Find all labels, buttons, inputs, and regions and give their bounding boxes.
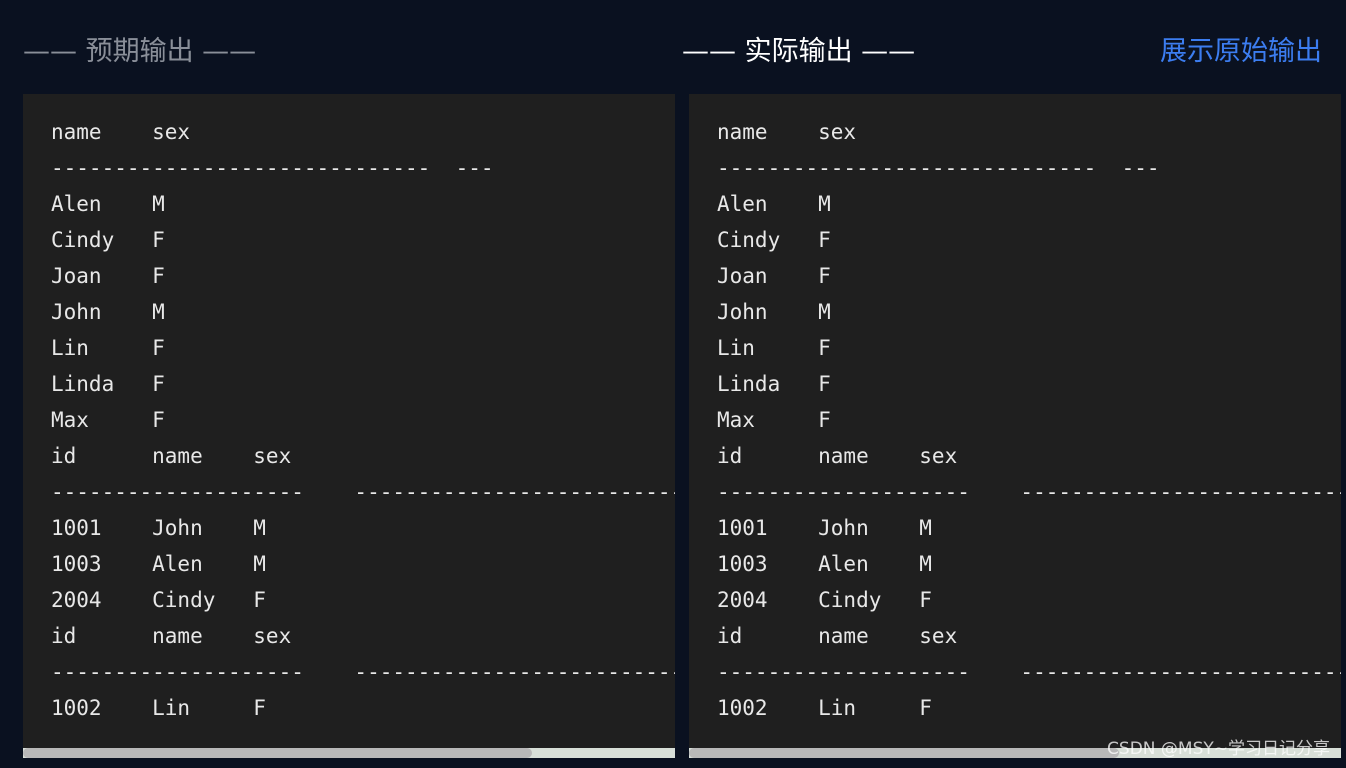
output-line: id name sex: [51, 444, 292, 468]
output-line: Lin F: [51, 336, 165, 360]
output-line: Lin F: [717, 336, 831, 360]
output-line: Joan F: [717, 264, 831, 288]
output-line: -------------------- -------------------…: [51, 480, 675, 504]
output-line: id name sex: [717, 624, 958, 648]
output-line: 1003 Alen M: [51, 552, 266, 576]
output-line: 1001 John M: [51, 516, 266, 540]
output-line: ------------------------------ ---: [51, 156, 494, 180]
output-line: Linda F: [717, 372, 831, 396]
expected-output-scrollbar[interactable]: [23, 748, 675, 758]
output-line: 1002 Lin F: [51, 696, 266, 720]
output-line: -------------------- -------------------…: [717, 660, 1341, 684]
actual-output-panel: name sex ------------------------------ -…: [689, 94, 1341, 758]
output-line: 2004 Cindy F: [717, 588, 932, 612]
output-line: Max F: [51, 408, 165, 432]
output-line: id name sex: [51, 624, 292, 648]
output-line: 2004 Cindy F: [51, 588, 266, 612]
actual-output-text: name sex ------------------------------ -…: [717, 114, 1341, 726]
expected-scrollbar-thumb[interactable]: [23, 748, 532, 758]
output-line: ------------------------------ ---: [717, 156, 1160, 180]
watermark: CSDN @MSY~学习日记分享: [1107, 739, 1330, 759]
output-line: John M: [717, 300, 831, 324]
expected-output-heading: —— 预期输出 ——: [23, 36, 257, 67]
output-line: name sex: [717, 120, 857, 144]
output-line: Linda F: [51, 372, 165, 396]
output-line: Joan F: [51, 264, 165, 288]
page: —— 预期输出 —— —— 实际输出 —— 展示原始输出 name sex ---…: [0, 0, 1346, 768]
output-line: 1003 Alen M: [717, 552, 932, 576]
output-line: 1002 Lin F: [717, 696, 932, 720]
output-line: Max F: [717, 408, 831, 432]
output-line: Cindy F: [717, 228, 831, 252]
output-line: Alen M: [51, 192, 165, 216]
output-line: name sex: [51, 120, 191, 144]
output-line: -------------------- -------------------…: [717, 480, 1341, 504]
output-line: John M: [51, 300, 165, 324]
output-line: 1001 John M: [717, 516, 932, 540]
expected-output-text: name sex ------------------------------ -…: [51, 114, 675, 726]
output-line: Alen M: [717, 192, 831, 216]
actual-scrollbar-thumb[interactable]: [689, 748, 1120, 758]
show-raw-output-link[interactable]: 展示原始输出: [1160, 34, 1322, 70]
output-line: id name sex: [717, 444, 958, 468]
output-line: Cindy F: [51, 228, 165, 252]
output-line: -------------------- -------------------…: [51, 660, 675, 684]
expected-output-panel: name sex ------------------------------ -…: [23, 94, 675, 758]
actual-output-heading: —— 实际输出 ——: [682, 36, 916, 67]
